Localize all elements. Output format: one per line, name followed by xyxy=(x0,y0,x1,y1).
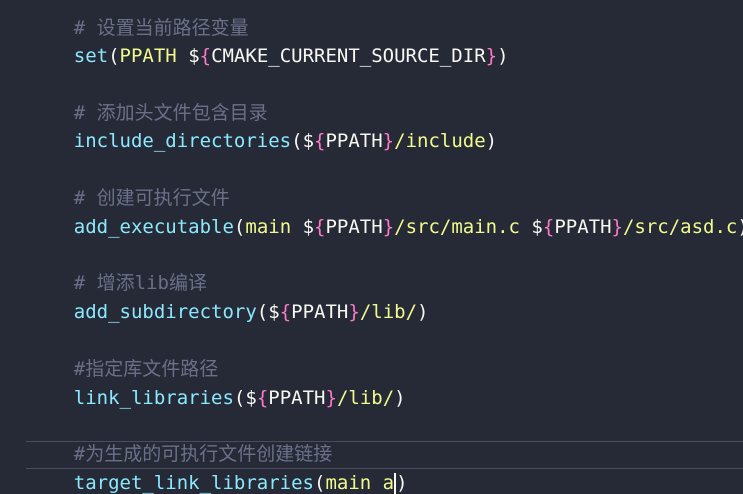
function-name: add_subdirectory xyxy=(73,301,257,323)
path: /lib/ xyxy=(336,387,395,409)
dollar-sign: $ xyxy=(302,130,315,152)
paren-open: ( xyxy=(291,130,303,152)
paren-close: ) xyxy=(396,472,408,494)
function-name: include_directories xyxy=(73,130,292,152)
function-name: set xyxy=(73,45,109,67)
brace-open: { xyxy=(199,45,212,67)
path: /src/main.c xyxy=(394,216,532,238)
dollar-sign: $ xyxy=(188,45,200,67)
code-line-set: set(PPATH ${CMAKE_CURRENT_SOURCE_DIR}) xyxy=(28,14,509,67)
comment-line: # 设置当前路径变量 xyxy=(28,0,249,39)
paren-close: ) xyxy=(737,216,743,238)
brace-open: { xyxy=(542,216,555,238)
brace-close: } xyxy=(485,45,498,67)
variable-ref: PPATH xyxy=(554,216,612,238)
dollar-sign: $ xyxy=(302,216,315,238)
path: /include xyxy=(394,130,486,152)
variable-ref: PPATH xyxy=(268,387,326,409)
brace-open: { xyxy=(314,216,326,238)
variable-ref: PPATH xyxy=(325,130,383,152)
paren-open: ( xyxy=(313,472,326,494)
code-editor[interactable]: # 设置当前路径变量 set(PPATH ${CMAKE_CURRENT_SOU… xyxy=(0,0,743,494)
brace-close: } xyxy=(611,216,623,238)
comment-line: # 增添lib编译 xyxy=(28,241,207,294)
variable-ref: PPATH xyxy=(325,216,383,238)
paren-open: ( xyxy=(108,45,120,67)
comment-line: # 添加头文件包含目录 xyxy=(28,71,268,124)
argument: main a xyxy=(325,472,395,494)
brace-open: { xyxy=(256,387,269,409)
brace-open: { xyxy=(314,130,326,152)
code-line-target-link-libraries: target_link_libraries(main a) xyxy=(28,441,408,494)
comment-line: # 创建可执行文件 xyxy=(28,156,230,209)
paren-close: ) xyxy=(417,301,429,323)
variable-ref: CMAKE_CURRENT_SOURCE_DIR xyxy=(211,45,486,67)
paren-close: ) xyxy=(485,130,498,152)
paren-close: ) xyxy=(497,45,509,67)
path: /src/asd.c xyxy=(622,216,738,238)
code-line-add-executable: add_executable(main ${PPATH}/src/main.c … xyxy=(28,185,743,238)
code-line-add-subdirectory: add_subdirectory(${PPATH}/lib/) xyxy=(28,270,429,323)
code-line-link-libraries: link_libraries(${PPATH}/lib/) xyxy=(28,356,406,409)
function-name: target_link_libraries xyxy=(73,472,314,494)
paren-open: ( xyxy=(233,216,246,238)
path: /lib/ xyxy=(359,301,418,323)
code-line-include-directories: include_directories(${PPATH}/include) xyxy=(28,99,497,152)
paren-open: ( xyxy=(233,387,246,409)
comment-line: #指定库文件路径 xyxy=(28,327,218,380)
brace-close: } xyxy=(348,301,360,323)
brace-close: } xyxy=(382,130,395,152)
brace-close: } xyxy=(382,216,395,238)
comment-line: #为生成的可执行文件创建链接 xyxy=(28,412,332,465)
dollar-sign: $ xyxy=(531,216,543,238)
brace-open: { xyxy=(279,301,292,323)
paren-close: ) xyxy=(394,387,406,409)
function-name: add_executable xyxy=(73,216,234,238)
dollar-sign: $ xyxy=(268,301,280,323)
argument: main xyxy=(245,216,303,238)
argument: PPATH xyxy=(119,45,189,67)
brace-close: } xyxy=(325,387,337,409)
dollar-sign: $ xyxy=(245,387,257,409)
function-name: link_libraries xyxy=(73,387,234,409)
variable-ref: PPATH xyxy=(291,301,349,323)
paren-open: ( xyxy=(256,301,269,323)
